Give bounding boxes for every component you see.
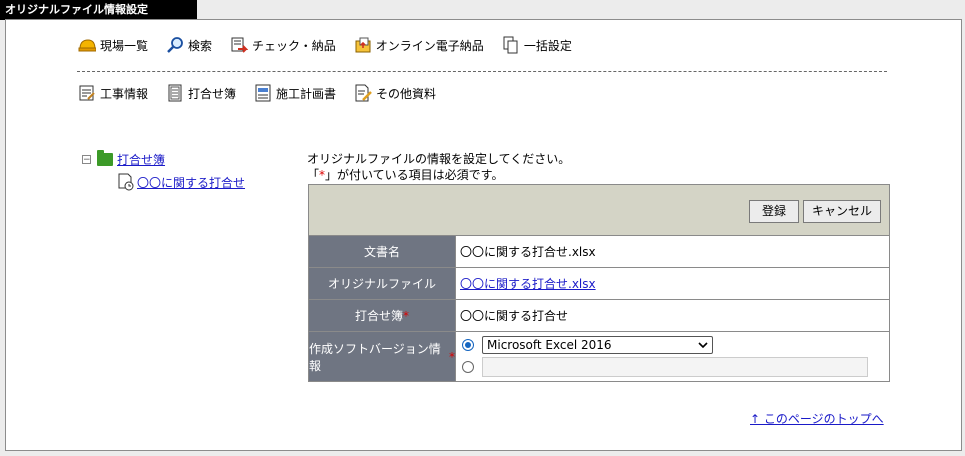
folder-tree: − 打合せ簿 〇〇に関する打合せ (82, 150, 245, 191)
cancel-button[interactable]: キャンセル (803, 200, 881, 223)
nav-construction-plan[interactable]: 施工計画書 (254, 84, 336, 102)
file-info-form: 登録 キャンセル 文書名 〇〇に関する打合せ.xlsx オリジナルファイル 〇〇… (308, 184, 890, 382)
form-toolbar: 登録 キャンセル (309, 185, 889, 236)
nav-construction-info[interactable]: 工事情報 (78, 84, 148, 102)
form-row-original-file: オリジナルファイル 〇〇に関する打合せ.xlsx (309, 268, 889, 300)
page-top-link[interactable]: ↑ このページのトップへ (750, 410, 884, 427)
nav-label: 一括設定 (523, 38, 572, 53)
nav-label: 工事情報 (100, 86, 149, 101)
construction-info-icon (79, 85, 95, 101)
register-button[interactable]: 登録 (749, 200, 799, 223)
original-file-link[interactable]: 〇〇に関する打合せ.xlsx (460, 275, 596, 292)
nav-meeting-book[interactable]: 打合せ簿 (166, 84, 236, 102)
form-row-software: 作成ソフトバージョン情報 * Microsoft Excel 2016 (309, 332, 889, 381)
nav-label: チェック・納品 (252, 38, 336, 53)
check-deliver-icon (231, 37, 249, 53)
software-custom-input[interactable] (482, 357, 868, 377)
window-title: オリジナルファイル情報設定 (0, 0, 197, 20)
tree-root-link[interactable]: 打合せ簿 (117, 151, 165, 168)
nav-online-deliver[interactable]: オンライン電子納品 (354, 36, 484, 54)
other-docs-icon (355, 84, 372, 102)
collapse-toggle[interactable]: − (82, 155, 91, 165)
required-mark: * (449, 349, 455, 364)
nav-label: その他資料 (376, 86, 437, 101)
online-deliver-icon (355, 37, 371, 53)
nav-bulk-settings[interactable]: 一括設定 (502, 36, 572, 54)
nav-divider (77, 71, 887, 72)
nav-other-docs[interactable]: その他資料 (354, 84, 436, 102)
doc-name-label: 文書名 (309, 236, 456, 267)
nav-label: 施工計画書 (276, 86, 337, 101)
original-file-label: オリジナルファイル (309, 268, 456, 299)
nav-label: 検索 (188, 38, 213, 53)
nav-label: 打合せ簿 (188, 86, 237, 101)
instruction-line1: オリジナルファイルの情報を設定してください。 (307, 152, 571, 166)
nav-label: オンライン電子納品 (375, 38, 484, 53)
tree-root: − 打合せ簿 (82, 150, 245, 168)
main-nav: 現場一覧 検索 チェック・納品 オンライン電子納品 一括設定 (78, 36, 590, 54)
software-custom-radio[interactable] (462, 361, 474, 373)
plan-doc-icon (255, 84, 271, 102)
software-label: 作成ソフトバージョン情報 * (309, 332, 456, 381)
software-value: Microsoft Excel 2016 (456, 332, 889, 381)
document-nav: 工事情報 打合せ簿 施工計画書 その他資料 (78, 84, 454, 102)
meeting-book-icon (168, 84, 182, 102)
form-row-doc-name: 文書名 〇〇に関する打合せ.xlsx (309, 236, 889, 268)
meeting-label: 打合せ簿 * (309, 300, 456, 331)
tree-child: 〇〇に関する打合せ (118, 173, 245, 191)
helmet-icon (78, 39, 96, 52)
software-select-radio[interactable] (462, 339, 474, 351)
form-row-meeting: 打合せ簿 * 〇〇に関する打合せ (309, 300, 889, 332)
chevron-down-icon (698, 341, 708, 348)
folder-icon (97, 150, 113, 166)
meeting-doc-icon (118, 173, 134, 191)
main-panel: 現場一覧 検索 チェック・納品 オンライン電子納品 一括設定 工事情報 打合せ簿 (5, 19, 962, 451)
doc-name-value: 〇〇に関する打合せ.xlsx (460, 245, 596, 259)
original-file-value: 〇〇に関する打合せ.xlsx (456, 268, 889, 299)
nav-search[interactable]: 検索 (166, 36, 212, 54)
nav-site-list[interactable]: 現場一覧 (78, 36, 148, 54)
magnifier-icon (167, 37, 183, 53)
tree-child-link[interactable]: 〇〇に関する打合せ (137, 174, 245, 191)
instruction-line2: 「*」が付いている項目は必須です。 (307, 168, 504, 182)
software-version-select[interactable]: Microsoft Excel 2016 (482, 336, 713, 354)
copy-docs-icon (503, 36, 518, 54)
instruction-message: オリジナルファイルの情報を設定してください。 「*」が付いている項目は必須です。 (307, 151, 570, 183)
nav-label: 現場一覧 (100, 38, 149, 53)
required-mark: * (403, 308, 409, 323)
nav-check-deliver[interactable]: チェック・納品 (230, 36, 336, 54)
meeting-value: 〇〇に関する打合せ (460, 309, 569, 323)
